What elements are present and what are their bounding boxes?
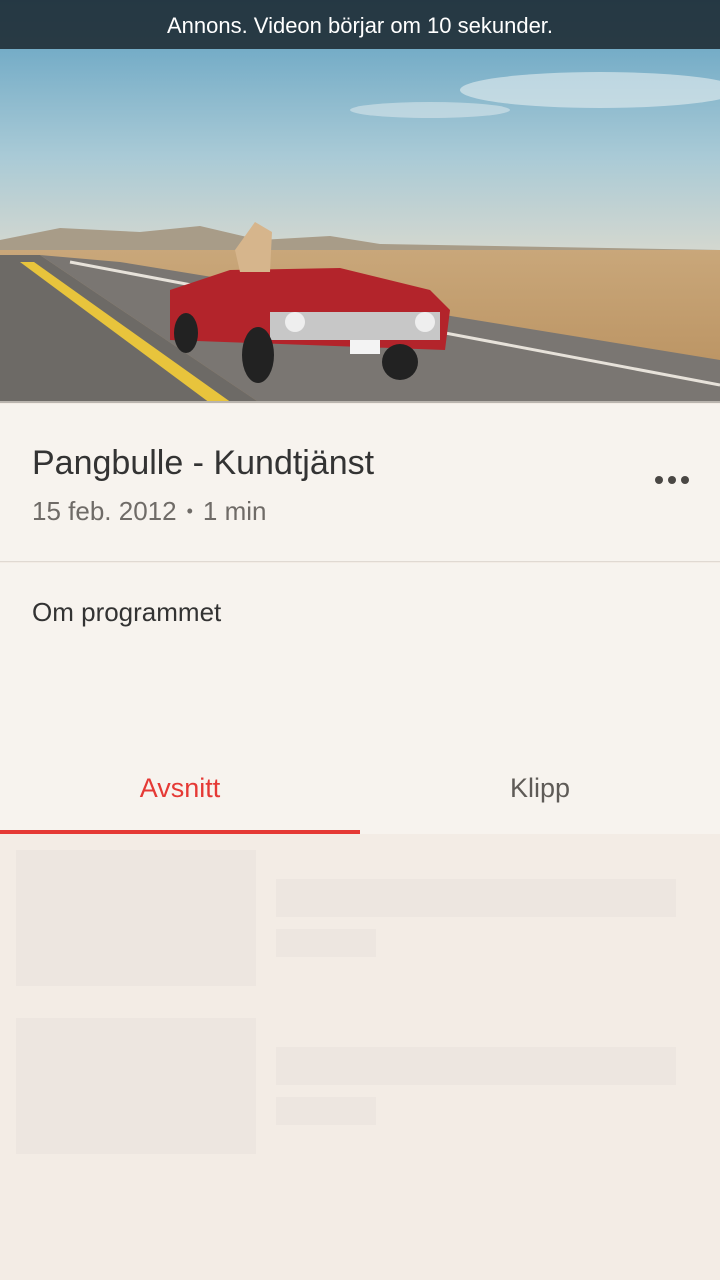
program-title: Pangbulle - Kundtjänst bbox=[32, 444, 375, 482]
tab-klipp[interactable]: Klipp bbox=[360, 750, 720, 834]
thumbnail-placeholder bbox=[16, 1018, 256, 1154]
more-options-button[interactable] bbox=[648, 460, 696, 500]
video-player[interactable]: Annons. Videon börjar om 10 sekunder. bbox=[0, 0, 720, 403]
broadcast-date: 15 feb. 2012 bbox=[32, 496, 177, 526]
more-horizontal-icon bbox=[668, 476, 676, 484]
program-meta: 15 feb. 2012 • 1 min bbox=[32, 496, 266, 527]
meta-separator: • bbox=[186, 501, 193, 521]
video-progress-bar[interactable] bbox=[0, 401, 720, 403]
subtitle-placeholder bbox=[276, 929, 376, 957]
subtitle-placeholder bbox=[276, 1097, 376, 1125]
list-item-placeholder bbox=[0, 1018, 720, 1154]
episode-list bbox=[0, 834, 720, 1280]
more-horizontal-icon bbox=[655, 476, 663, 484]
title-placeholder bbox=[276, 1047, 676, 1085]
program-duration: 1 min bbox=[202, 496, 267, 526]
list-item-placeholder bbox=[0, 850, 720, 986]
about-program-label: Om programmet bbox=[32, 597, 222, 627]
thumbnail-placeholder bbox=[16, 850, 256, 986]
tab-bar: Avsnitt Klipp bbox=[0, 750, 720, 834]
ad-countdown-banner: Annons. Videon börjar om 10 sekunder. bbox=[0, 0, 720, 49]
more-horizontal-icon bbox=[681, 476, 689, 484]
program-info: Pangbulle - Kundtjänst 15 feb. 2012 • 1 mi… bbox=[0, 404, 720, 562]
tab-avsnitt[interactable]: Avsnitt bbox=[0, 750, 360, 834]
video-frame bbox=[0, 0, 720, 403]
about-section[interactable]: Om programmet bbox=[0, 563, 720, 750]
title-placeholder bbox=[276, 879, 676, 917]
